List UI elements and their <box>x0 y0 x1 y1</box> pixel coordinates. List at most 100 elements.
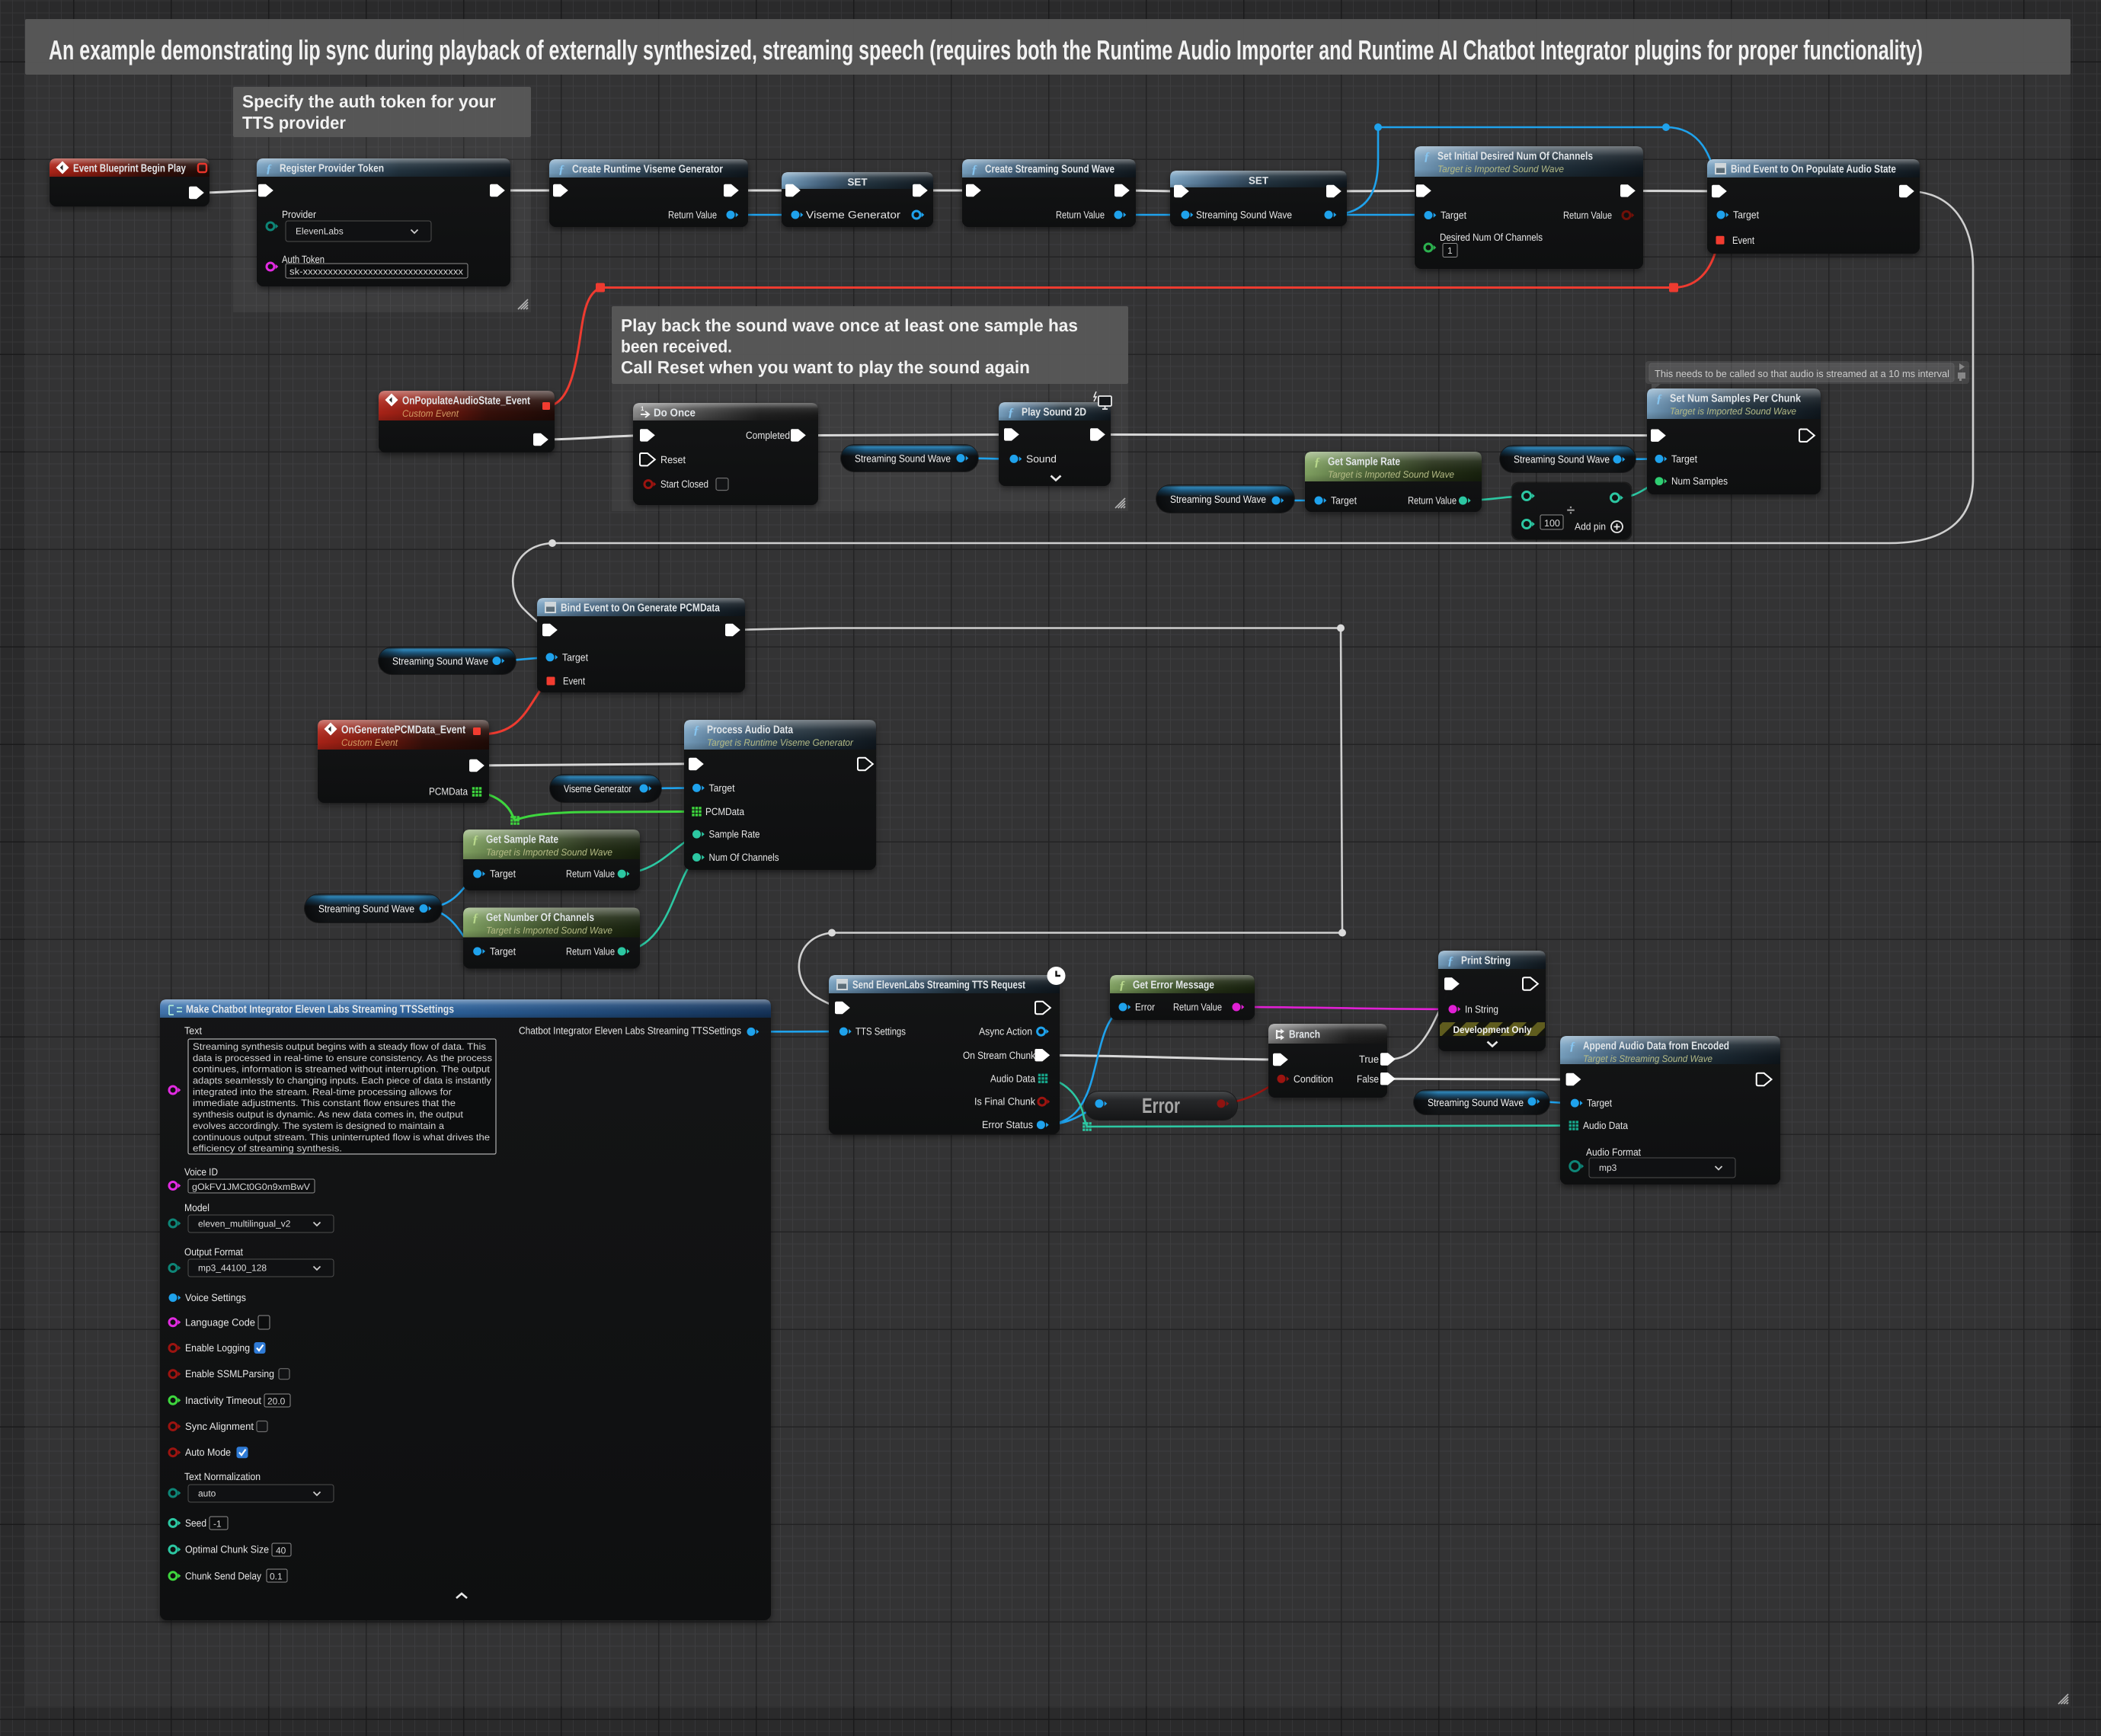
svg-text:Development Only: Development Only <box>1453 1025 1532 1035</box>
svg-text:Append Audio Data from Encoded: Append Audio Data from Encoded <box>1583 1041 1729 1053</box>
svg-text:Sync Alignment: Sync Alignment <box>185 1421 254 1432</box>
svg-text:Output Format: Output Format <box>184 1246 243 1258</box>
svg-text:Streaming Sound Wave: Streaming Sound Wave <box>1428 1097 1524 1108</box>
svg-text:Auto Mode: Auto Mode <box>185 1447 231 1458</box>
svg-text:Error: Error <box>1135 1002 1155 1013</box>
svg-text:Add pin: Add pin <box>1575 521 1606 532</box>
svg-text:auto: auto <box>198 1488 216 1499</box>
svg-text:adapts seamlessly to changing: adapts seamlessly to changing inputs. Ea… <box>193 1076 492 1086</box>
svg-text:Voice Settings: Voice Settings <box>185 1292 246 1303</box>
svg-text:integrated into the stream. Re: integrated into the stream. Real-time pr… <box>193 1086 452 1097</box>
svg-text:Call Reset when you want to pl: Call Reset when you want to play the sou… <box>621 357 1030 377</box>
svg-text:Streaming Sound Wave: Streaming Sound Wave <box>1170 494 1266 505</box>
svg-text:On Stream Chunk: On Stream Chunk <box>963 1050 1035 1061</box>
svg-text:Get Number Of Channels: Get Number Of Channels <box>486 912 594 924</box>
svg-text:Streaming Sound Wave: Streaming Sound Wave <box>855 452 951 464</box>
svg-text:SET: SET <box>848 177 868 188</box>
svg-text:Make Chatbot Integrator Eleven: Make Chatbot Integrator Eleven Labs Stre… <box>186 1004 454 1016</box>
svg-text:True: True <box>1359 1053 1379 1065</box>
svg-text:Play back the sound wave once: Play back the sound wave once at least o… <box>621 315 1078 335</box>
svg-text:ƒ: ƒ <box>472 912 478 925</box>
svg-text:Condition: Condition <box>1294 1073 1333 1085</box>
svg-text:Do Once: Do Once <box>654 408 696 420</box>
svg-text:Streaming Sound Wave: Streaming Sound Wave <box>1196 209 1292 221</box>
svg-text:0.1: 0.1 <box>270 1571 283 1582</box>
svg-text:Target: Target <box>1671 453 1697 465</box>
svg-text:Return Value: Return Value <box>566 945 615 957</box>
svg-text:Send ElevenLabs Streaming TTS: Send ElevenLabs Streaming TTS Request <box>852 980 1025 992</box>
svg-text:Viseme Generator: Viseme Generator <box>806 209 901 221</box>
svg-text:Target is Imported Sound Wave: Target is Imported Sound Wave <box>486 847 612 858</box>
svg-text:Target: Target <box>1441 209 1466 221</box>
svg-text:Process Audio Data: Process Audio Data <box>707 724 794 737</box>
svg-text:Error Status: Error Status <box>982 1119 1033 1130</box>
svg-text:ƒ: ƒ <box>1008 407 1014 420</box>
svg-text:Return Value: Return Value <box>1173 1002 1222 1013</box>
svg-text:Optimal Chunk Size: Optimal Chunk Size <box>185 1544 269 1555</box>
svg-text:Event: Event <box>563 676 585 687</box>
svg-text:ƒ: ƒ <box>1424 151 1430 164</box>
svg-text:Get Sample Rate: Get Sample Rate <box>486 834 558 846</box>
svg-text:In String: In String <box>1465 1003 1498 1015</box>
svg-text:been received.: been received. <box>621 337 732 356</box>
svg-text:This needs to be called so tha: This needs to be called so that audio is… <box>1655 368 1949 379</box>
svg-text:Audio Data: Audio Data <box>990 1073 1035 1084</box>
svg-text:ƒ: ƒ <box>971 164 977 177</box>
svg-text:Is Final Chunk: Is Final Chunk <box>974 1096 1035 1108</box>
svg-text:Model: Model <box>184 1202 209 1213</box>
svg-text:Create Streaming Sound Wave: Create Streaming Sound Wave <box>985 164 1114 176</box>
svg-text:ƒ: ƒ <box>1119 980 1125 993</box>
svg-text:Target: Target <box>1733 209 1759 221</box>
svg-text:TTS Settings: TTS Settings <box>855 1026 906 1037</box>
svg-text:1: 1 <box>1447 245 1453 256</box>
svg-text:Target is Runtime Viseme Gener: Target is Runtime Viseme Generator <box>707 737 854 748</box>
svg-text:Streaming synthesis output beg: Streaming synthesis output begins with a… <box>193 1041 486 1052</box>
svg-text:Target: Target <box>1587 1098 1612 1109</box>
svg-text:Target is Imported Sound Wave: Target is Imported Sound Wave <box>1328 469 1454 480</box>
svg-text:continuous output stream. This: continuous output stream. This uninterru… <box>193 1132 490 1143</box>
svg-text:Custom Event: Custom Event <box>402 408 459 419</box>
svg-text:Async Action: Async Action <box>979 1026 1032 1037</box>
svg-text:ƒ: ƒ <box>558 164 564 177</box>
svg-text:Print String: Print String <box>1461 955 1511 967</box>
svg-text:Language Code: Language Code <box>185 1316 255 1328</box>
svg-text:Provider: Provider <box>282 209 316 220</box>
svg-text:mp3_44100_128: mp3_44100_128 <box>198 1263 267 1274</box>
svg-text:PCMData: PCMData <box>705 806 744 817</box>
svg-text:Create Runtime Viseme Generato: Create Runtime Viseme Generator <box>572 164 723 176</box>
svg-text:Target: Target <box>490 868 516 880</box>
svg-text:20.0: 20.0 <box>267 1396 286 1407</box>
svg-text:Play Sound 2D: Play Sound 2D <box>1022 407 1086 419</box>
svg-text:Register Provider Token: Register Provider Token <box>280 163 384 175</box>
svg-text:ƒ: ƒ <box>1447 955 1453 968</box>
svg-text:Viseme Generator: Viseme Generator <box>564 783 632 794</box>
svg-text:Target is Imported Sound Wave: Target is Imported Sound Wave <box>1670 406 1796 417</box>
svg-text:immediate adjustments. This co: immediate adjustments. This constant flo… <box>193 1098 456 1108</box>
svg-text:Voice ID: Voice ID <box>184 1166 218 1178</box>
svg-text:Target: Target <box>1331 495 1357 507</box>
svg-text:Start Closed: Start Closed <box>660 478 708 490</box>
svg-text:Set Num Samples Per Chunk: Set Num Samples Per Chunk <box>1670 393 1802 405</box>
svg-text:Streaming Sound Wave: Streaming Sound Wave <box>318 903 414 914</box>
svg-text:Target: Target <box>562 651 588 663</box>
svg-text:Enable Logging: Enable Logging <box>185 1342 250 1354</box>
svg-text:OnGeneratePCMData_Event: OnGeneratePCMData_Event <box>341 724 465 737</box>
svg-text:÷: ÷ <box>1567 503 1575 519</box>
svg-text:SET: SET <box>1249 175 1269 187</box>
svg-text:False: False <box>1357 1073 1379 1085</box>
svg-text:ƒ: ƒ <box>266 163 272 176</box>
svg-text:Target is Imported Sound Wave: Target is Imported Sound Wave <box>1437 164 1564 174</box>
svg-text:Return Value: Return Value <box>1563 209 1612 221</box>
svg-text:Enable SSMLParsing: Enable SSMLParsing <box>185 1368 274 1380</box>
svg-text:Completed: Completed <box>746 430 790 441</box>
svg-text:Streaming Sound Wave: Streaming Sound Wave <box>392 655 488 667</box>
svg-text:ƒ: ƒ <box>1314 456 1320 469</box>
svg-text:Inactivity Timeout: Inactivity Timeout <box>185 1395 261 1406</box>
svg-text:ƒ: ƒ <box>472 834 478 847</box>
svg-text:ƒ: ƒ <box>693 724 699 737</box>
svg-text:Target: Target <box>709 782 735 794</box>
svg-text:ƒ: ƒ <box>1569 1041 1575 1053</box>
svg-text:ElevenLabs: ElevenLabs <box>296 226 344 237</box>
svg-text:OnPopulateAudioState_Event: OnPopulateAudioState_Event <box>402 395 530 408</box>
svg-text:Bind Event to On Generate PCMD: Bind Event to On Generate PCMData <box>561 603 721 615</box>
